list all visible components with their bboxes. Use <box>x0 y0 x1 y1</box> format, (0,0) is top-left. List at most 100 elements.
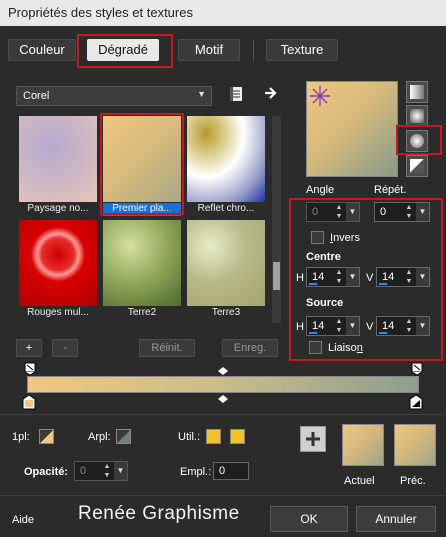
centre-h-value: 14 <box>312 271 325 283</box>
chevron-down-icon[interactable]: ▼ <box>416 268 429 286</box>
spinner-progress <box>309 332 317 334</box>
brand-watermark: Renée Graphisme <box>78 503 240 524</box>
location-value: 0 <box>219 465 226 477</box>
source-v-value: 14 <box>382 320 395 332</box>
tab-bar: Couleur Dégradé Motif Texture <box>0 26 446 68</box>
sunburst-style-button[interactable] <box>406 155 428 177</box>
tab-couleur[interactable]: Couleur <box>8 39 76 61</box>
spinner-progress <box>379 283 387 285</box>
source-h-spinner[interactable]: 14 ▲ ▼ ▼ <box>306 316 360 336</box>
source-label: Source <box>306 297 344 309</box>
top-right-stop-marker[interactable] <box>411 362 423 376</box>
cancel-button[interactable]: Annuler <box>356 506 436 532</box>
star-cursor-icon[interactable] <box>309 85 331 107</box>
source-h-value: 14 <box>312 320 325 332</box>
previous-label: Préc. <box>400 475 426 487</box>
save-gradient-button[interactable]: Enreg. <box>222 339 278 357</box>
linear-style-button[interactable] <box>406 81 428 103</box>
util-swatch-2[interactable] <box>230 429 245 444</box>
angle-value: 0 <box>312 206 319 218</box>
gradient-editor-bar[interactable] <box>27 376 419 393</box>
gradient-swatch <box>19 220 97 306</box>
chevron-down-icon: ▼ <box>346 203 359 221</box>
centre-h-spinner[interactable]: 14 ▲ ▼ ▼ <box>306 267 360 287</box>
help-link[interactable]: Aide <box>12 514 34 526</box>
tab-motif[interactable]: Motif <box>178 39 240 61</box>
gradient-thumb-label: Terre2 <box>127 307 157 318</box>
gradient-thumb-paysage[interactable]: Paysage no... <box>19 116 97 214</box>
repeat-label: Répét. <box>374 184 407 196</box>
scrollbar-thumb[interactable] <box>273 262 280 290</box>
opacity-value: 0 <box>80 465 87 477</box>
chevron-down-icon: ▼ <box>197 89 206 99</box>
spinner-arrows-icon[interactable]: ▲ ▼ <box>403 203 415 221</box>
plus-icon <box>306 432 320 446</box>
current-label: Actuel <box>344 475 375 487</box>
spinner-progress <box>309 283 317 285</box>
centre-h-label: H <box>296 272 304 284</box>
gradient-swatch <box>103 220 181 306</box>
location-label: Empl.: <box>180 466 212 478</box>
gradient-thumb-terre2[interactable]: Terre2 <box>103 220 181 318</box>
highlight-box-tab <box>77 34 173 68</box>
centre-label: Centre <box>306 251 341 263</box>
previous-color-swatch[interactable] <box>394 424 436 466</box>
document-icon[interactable] <box>228 86 244 102</box>
add-swatch-button[interactable] <box>300 426 326 452</box>
angle-spinner: 0 ▲ ▼ ▼ <box>306 202 360 222</box>
chevron-down-icon[interactable]: ▼ <box>416 203 429 221</box>
gradient-swatch <box>187 220 265 306</box>
angle-label: Angle <box>306 184 335 196</box>
tab-divider <box>253 40 254 60</box>
arrow-right-icon[interactable] <box>263 85 279 101</box>
first-plan-swatch[interactable] <box>39 429 54 444</box>
spinner-arrows-icon[interactable]: ▲ ▼ <box>333 268 345 286</box>
spinner-progress <box>379 332 387 334</box>
link-checkbox[interactable] <box>309 341 322 354</box>
location-field[interactable]: 0 <box>213 462 249 480</box>
spinner-arrows-icon[interactable]: ▲ ▼ <box>333 317 345 335</box>
opacity-label: Opacité: <box>24 466 69 478</box>
bottom-right-color-stop[interactable] <box>409 394 423 410</box>
background-label: Arpl: <box>88 431 111 443</box>
invert-label: Invers <box>330 232 360 244</box>
divider <box>0 495 446 496</box>
spinner-arrows-icon[interactable]: ▲ ▼ <box>403 317 415 335</box>
gradient-thumb-rouges[interactable]: Rouges mul... <box>19 220 97 318</box>
add-gradient-button[interactable]: + <box>16 339 42 357</box>
chevron-down-icon[interactable]: ▼ <box>346 268 359 286</box>
rectangular-style-button[interactable] <box>406 105 428 127</box>
link-label: Liaison <box>328 342 363 354</box>
spinner-arrows-icon[interactable]: ▲ ▼ <box>403 268 415 286</box>
title-bar: Propriétés des styles et textures <box>0 0 446 26</box>
ok-button[interactable]: OK <box>270 506 348 532</box>
bottom-left-color-stop[interactable] <box>22 394 36 410</box>
reset-button[interactable]: Réinit. <box>139 339 195 357</box>
opacity-spinner: 0 ▲ ▼ ▼ <box>74 461 128 481</box>
gradient-thumb-label: Paysage no... <box>27 203 89 214</box>
tab-texture[interactable]: Texture <box>266 39 338 61</box>
divider <box>0 414 446 415</box>
gradient-preview[interactable] <box>306 81 398 177</box>
midpoint-bottom-marker[interactable] <box>217 394 229 408</box>
centre-v-spinner[interactable]: 14 ▲ ▼ ▼ <box>376 267 430 287</box>
background-swatch[interactable] <box>116 429 131 444</box>
top-left-stop-marker[interactable] <box>24 362 36 376</box>
current-color-swatch[interactable] <box>342 424 384 466</box>
gradient-list-scrollbar[interactable] <box>272 116 281 323</box>
gradient-thumb-reflet-chrome[interactable]: Reflet chro... <box>187 116 265 214</box>
gradient-thumb-label: Rouges mul... <box>27 307 89 318</box>
chevron-down-icon[interactable]: ▼ <box>416 317 429 335</box>
util-swatch-1[interactable] <box>206 429 221 444</box>
invert-checkbox[interactable] <box>311 231 324 244</box>
centre-v-value: 14 <box>382 271 395 283</box>
gradient-thumb-terre3[interactable]: Terre3 <box>187 220 265 318</box>
library-select[interactable]: Corel ▼ <box>16 86 212 106</box>
util-label: Util.: <box>178 431 200 443</box>
repeat-spinner[interactable]: 0 ▲ ▼ ▼ <box>374 202 430 222</box>
remove-gradient-button[interactable]: - <box>52 339 78 357</box>
first-plan-label: 1pl: <box>12 431 30 443</box>
chevron-down-icon[interactable]: ▼ <box>346 317 359 335</box>
highlight-box-style <box>396 125 442 155</box>
source-v-spinner[interactable]: 14 ▲ ▼ ▼ <box>376 316 430 336</box>
